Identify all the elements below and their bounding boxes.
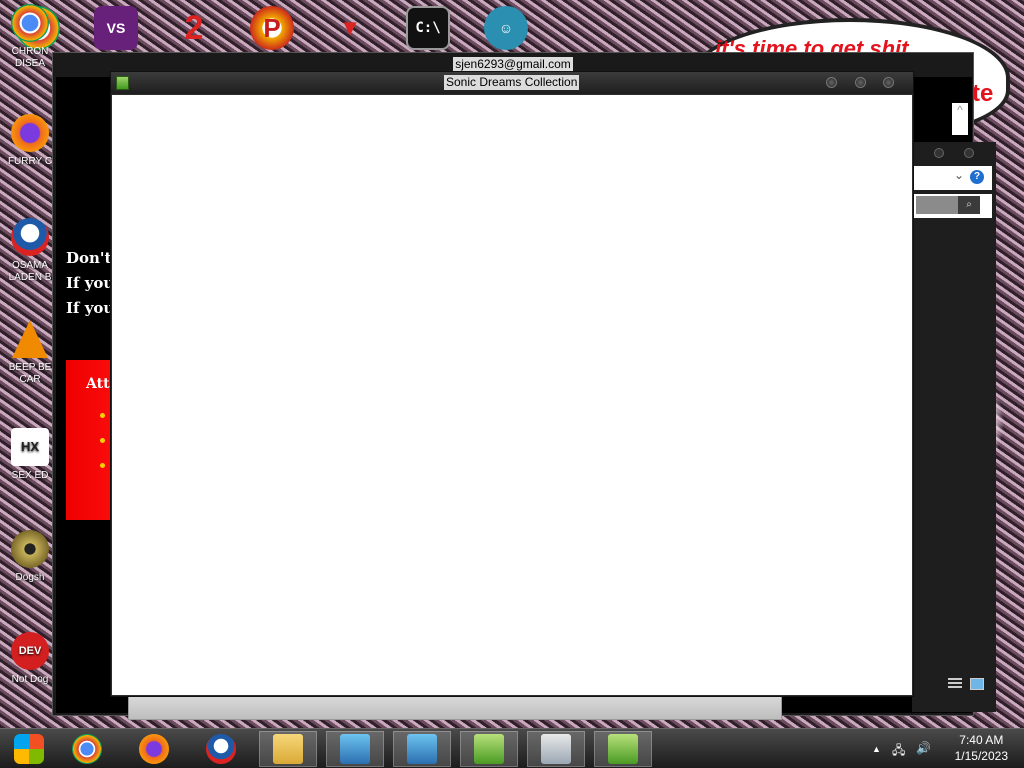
icon-label: FURRY C: [7, 156, 53, 167]
folder-icon: [273, 734, 303, 764]
disc-icon: [11, 530, 49, 568]
monitor-icon: [407, 734, 437, 764]
preview-pane-icon[interactable]: [970, 678, 984, 690]
main-window-titlebar[interactable]: Sonic Dreams Collection: [111, 72, 913, 94]
desktop-icon-notdog[interactable]: DEV Not Dog: [4, 632, 56, 686]
bullet-icon: [100, 438, 105, 443]
chrome-icon: [11, 4, 49, 42]
vlc-cone-icon: [12, 320, 48, 358]
taskbar-obama[interactable]: [192, 731, 250, 767]
app-icon: [474, 734, 504, 764]
icon-label: CAR: [19, 374, 41, 385]
taskbar-file-explorer[interactable]: [259, 731, 317, 767]
taskbar-chrome[interactable]: [58, 731, 116, 767]
taskbar: ▲ 🖧 🔊 7:40 AM 1/15/2023: [0, 728, 1024, 768]
scroll-up-button[interactable]: ^: [952, 103, 968, 135]
santa-game-icon[interactable]: ☺: [484, 6, 528, 50]
app-icon: [116, 76, 129, 90]
background-window-strip: [128, 696, 782, 720]
bubble-tail-text: te: [972, 80, 994, 107]
chrome-icon: [72, 734, 102, 764]
details-view-icon[interactable]: [948, 678, 962, 690]
attention-panel-title: Att: [86, 376, 110, 392]
icon-label: DISEA: [14, 58, 45, 69]
desktop-icon-osama[interactable]: OSAMA LADEN B: [4, 218, 56, 284]
icon-label: Not Dog: [11, 674, 49, 685]
icon-label: SEX ED: [11, 470, 49, 481]
obama-logo-icon: [206, 734, 236, 764]
address-bar[interactable]: ⌄ ?: [914, 166, 992, 190]
taskbar-task-manager[interactable]: [527, 731, 585, 767]
show-hidden-icons-button[interactable]: ▲: [872, 744, 881, 754]
icon-label: OSAMA: [11, 260, 49, 271]
desktop-icon-dogsh[interactable]: Dogsh: [4, 530, 56, 584]
hx-icon: HX: [11, 428, 49, 466]
mask-icon[interactable]: ▼: [328, 6, 372, 50]
clock-time: 7:40 AM: [959, 733, 1004, 747]
system-clock[interactable]: 7:40 AM 1/15/2023: [955, 732, 1008, 764]
search-icon[interactable]: ⌕: [958, 196, 980, 214]
background-window-title: sjen6293@gmail.com: [453, 57, 573, 71]
firefox-icon: [11, 114, 49, 152]
icon-label: LADEN B: [8, 272, 52, 283]
content-line: If you: [66, 299, 115, 317]
taskbar-firefox[interactable]: [125, 731, 183, 767]
desktop-icon-chron[interactable]: CHRON DISEA: [4, 4, 56, 70]
desktop-icon-sexed[interactable]: HX SEX ED: [4, 428, 56, 482]
close-button[interactable]: [883, 77, 894, 88]
command-prompt-icon[interactable]: C:\: [406, 6, 450, 50]
main-window-title: Sonic Dreams Collection: [444, 75, 580, 90]
devcpp-icon: DEV: [11, 632, 49, 670]
network-icon[interactable]: 🖧: [892, 741, 905, 762]
start-button[interactable]: [0, 731, 58, 767]
visual-studio-icon[interactable]: VS: [94, 6, 138, 50]
minimize-button[interactable]: [826, 77, 837, 88]
sonic-dreams-window[interactable]: Sonic Dreams Collection: [110, 71, 914, 697]
desktop-icon-beep[interactable]: BEEP BE CAR: [4, 320, 56, 386]
bullet-icon: [100, 463, 105, 468]
search-row: ⌕: [914, 194, 992, 218]
obama-logo-icon: [11, 218, 49, 256]
icon-label: CHRON: [11, 46, 49, 57]
windows-logo-icon: [14, 734, 44, 764]
taskbar-remote-desktop-1[interactable]: [326, 731, 384, 767]
minimize-button[interactable]: [934, 148, 944, 158]
main-window-content[interactable]: [112, 95, 912, 695]
app-icon: [608, 734, 638, 764]
taskbar-sonic-app-1[interactable]: [460, 731, 518, 767]
taskbar-remote-desktop-2[interactable]: [393, 731, 451, 767]
taskbar-sonic-app-2[interactable]: [594, 731, 652, 767]
monitor-icon: [340, 734, 370, 764]
desktop-icon-furry[interactable]: FURRY C: [4, 114, 56, 168]
help-icon[interactable]: ?: [970, 170, 984, 184]
close-button[interactable]: [964, 148, 974, 158]
icon-label: Dogsh: [15, 572, 45, 583]
p-logo-icon[interactable]: P: [250, 6, 294, 50]
firefox-icon: [139, 734, 169, 764]
explorer-window-partial[interactable]: ⌄ ? ⌕: [912, 142, 996, 712]
dropdown-arrow-icon[interactable]: ⌄: [954, 168, 964, 182]
volume-icon[interactable]: 🔊: [916, 741, 931, 755]
content-line: If you: [66, 274, 115, 292]
clock-date: 1/15/2023: [954, 749, 1008, 763]
bullet-icon: [100, 413, 105, 418]
chart-icon: [541, 734, 571, 764]
icon-label: BEEP BE: [8, 362, 52, 373]
content-line: Don't: [66, 249, 112, 267]
number-two-icon[interactable]: 2: [172, 6, 216, 50]
maximize-button[interactable]: [855, 77, 866, 88]
